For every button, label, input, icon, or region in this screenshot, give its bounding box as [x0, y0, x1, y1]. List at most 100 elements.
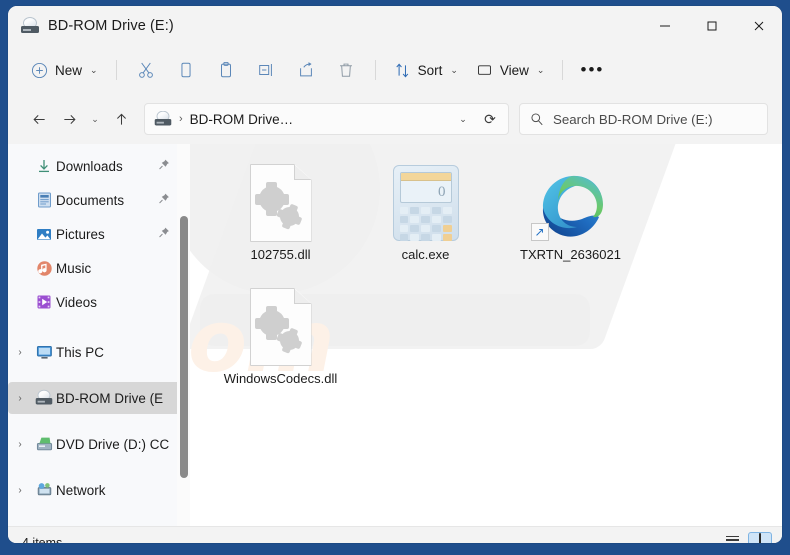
videos-icon: [32, 294, 56, 310]
screen: BD-ROM Drive (E:) New ⌄ Sort ⌄ View ⌄ ••…: [0, 0, 790, 555]
optical-drive-icon: [32, 389, 56, 406]
pictures-icon: [32, 227, 56, 242]
sidebar-item-network[interactable]: › Network: [8, 474, 184, 506]
view-toggle-group: [720, 531, 772, 543]
sort-button[interactable]: Sort ⌄: [385, 54, 467, 86]
chevron-down-icon: ⌄: [536, 64, 545, 75]
new-button[interactable]: New ⌄: [22, 54, 107, 86]
file-grid: 102755.dll 0 calc.exe ↗ TXRTN_2636021 Wi…: [190, 144, 782, 406]
address-bar[interactable]: › BD-ROM Drive… ⌄ ⟳: [144, 103, 509, 135]
list-view-button[interactable]: [720, 532, 744, 543]
share-button[interactable]: [286, 54, 326, 86]
dll-file-icon: [249, 164, 312, 242]
minimize-button[interactable]: [641, 6, 688, 46]
window-title: BD-ROM Drive (E:): [48, 18, 174, 34]
large-icons-view-icon: [759, 532, 761, 543]
sidebar-scrollbar[interactable]: [177, 144, 190, 526]
breadcrumb-item-bd-rom[interactable]: BD-ROM Drive…: [190, 112, 294, 127]
title-bar-left: BD-ROM Drive (E:): [8, 17, 174, 34]
sidebar-item-this-pc[interactable]: › This PC: [8, 336, 184, 368]
sidebar-item-downloads[interactable]: Downloads: [8, 150, 184, 182]
up-button[interactable]: [106, 104, 136, 134]
sidebar-item-bd-rom-drive[interactable]: › BD-ROM Drive (E: [8, 382, 184, 414]
pin-icon: [158, 159, 170, 174]
more-options-button[interactable]: •••: [572, 54, 612, 86]
copy-icon: [181, 62, 191, 78]
sidebar-scrollbar-thumb[interactable]: [180, 216, 188, 478]
calculator-icon: 0: [392, 164, 459, 242]
ellipsis-icon: •••: [580, 60, 605, 79]
sidebar-item-dvd-drive[interactable]: › DVD Drive (D:) CC: [8, 428, 184, 460]
plus-circle-icon: [31, 62, 48, 78]
maximize-icon: [707, 21, 716, 31]
sort-button-label: Sort: [417, 62, 443, 78]
paste-button[interactable]: [206, 54, 246, 86]
delete-button[interactable]: [326, 54, 366, 86]
status-bar: 4 items: [8, 526, 782, 543]
optical-drive-icon: [154, 111, 172, 127]
sidebar-item-label: Music: [56, 260, 92, 276]
breadcrumb[interactable]: › BD-ROM Drive…: [154, 111, 450, 127]
expander[interactable]: ›: [8, 347, 32, 358]
sidebar-item-videos[interactable]: Videos: [8, 286, 184, 318]
file-explorer-window: BD-ROM Drive (E:) New ⌄ Sort ⌄ View ⌄ ••…: [8, 6, 782, 543]
toolbar-divider: [115, 60, 117, 80]
expander[interactable]: ›: [8, 439, 32, 450]
explorer-body: Downloads Documents Pictures Music Video…: [8, 144, 782, 526]
expander[interactable]: ›: [8, 393, 32, 404]
sidebar-item-documents[interactable]: Documents: [8, 184, 184, 216]
search-input[interactable]: Search BD-ROM Drive (E:): [553, 112, 713, 127]
dll-file-icon: [249, 288, 312, 366]
file-name: 102755.dll: [250, 247, 311, 262]
view-button-label: View: [499, 62, 529, 78]
search-icon: [531, 113, 543, 126]
close-icon: [754, 21, 763, 31]
file-item-102755-dll[interactable]: 102755.dll: [208, 158, 353, 282]
sidebar-item-label: DVD Drive (D:) CC: [56, 436, 170, 452]
sidebar-item-label: This PC: [56, 344, 104, 360]
command-bar: New ⌄ Sort ⌄ View ⌄ •••: [8, 46, 782, 94]
breadcrumb-separator: ›: [179, 113, 183, 125]
new-button-label: New: [55, 62, 83, 78]
toolbar-divider-2: [374, 60, 376, 80]
forward-button[interactable]: [54, 104, 84, 134]
forward-arrow-icon: [63, 114, 76, 124]
list-view-icon: [725, 535, 739, 543]
sidebar-item-pictures[interactable]: Pictures: [8, 218, 184, 250]
trash-icon: [339, 63, 352, 77]
sidebar-item-label: BD-ROM Drive (E: [56, 390, 164, 406]
optical-drive-icon: [21, 17, 39, 34]
sidebar-item-music[interactable]: Music: [8, 252, 184, 284]
scissors-icon: [138, 62, 153, 78]
rename-button[interactable]: [246, 54, 286, 86]
chevron-down-icon: ⌄: [450, 64, 458, 75]
refresh-button[interactable]: ⟳: [476, 111, 504, 128]
chevron-down-icon: ⌄: [90, 64, 98, 75]
expander[interactable]: ›: [8, 485, 32, 496]
close-button[interactable]: [735, 6, 782, 46]
file-item-txrtn-shortcut[interactable]: ↗ TXRTN_2636021: [498, 158, 643, 282]
view-button[interactable]: View ⌄: [467, 54, 554, 86]
monitor-icon: [477, 64, 491, 75]
network-icon: [32, 482, 56, 498]
recent-locations-button[interactable]: ⌄: [84, 104, 106, 134]
back-arrow-icon: [32, 114, 45, 124]
shortcut-overlay-icon: ↗: [530, 223, 549, 241]
search-box[interactable]: Search BD-ROM Drive (E:): [519, 103, 768, 135]
large-icons-view-button[interactable]: [748, 531, 772, 543]
sidebar-item-label: Pictures: [56, 226, 105, 242]
sidebar-item-label: Documents: [56, 192, 125, 208]
maximize-button[interactable]: [688, 6, 735, 46]
back-button[interactable]: [24, 104, 54, 134]
pin-icon: [158, 227, 170, 242]
cut-button[interactable]: [126, 54, 166, 86]
window-controls: [641, 6, 782, 46]
navigation-list: Downloads Documents Pictures Music Video…: [8, 144, 190, 506]
file-list-view[interactable]: sk.com 102755.dll: [190, 144, 782, 526]
file-item-calc-exe[interactable]: 0 calc.exe: [353, 158, 498, 282]
download-icon: [32, 158, 56, 174]
copy-button[interactable]: [166, 54, 206, 86]
file-item-windowscodecs-dll[interactable]: WindowsCodecs.dll: [208, 282, 353, 406]
address-dropdown-button[interactable]: ⌄: [450, 114, 476, 125]
sidebar-item-label: Videos: [56, 294, 98, 310]
